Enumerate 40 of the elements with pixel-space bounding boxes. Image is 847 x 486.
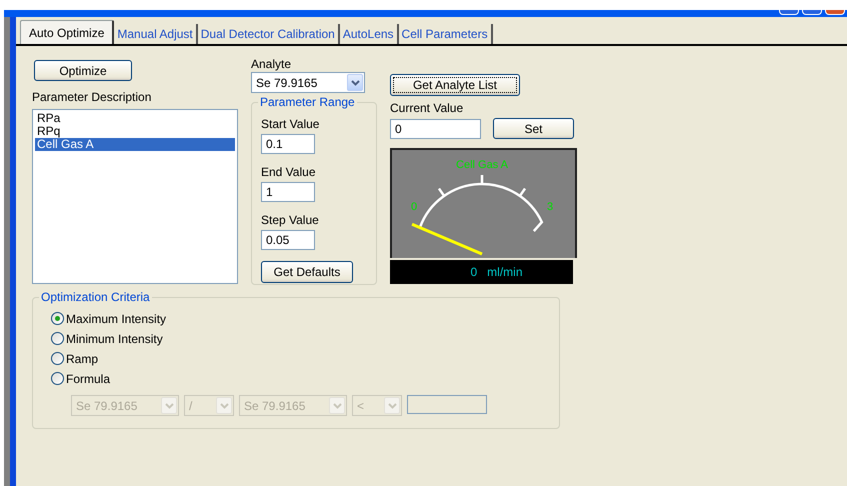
gauge-max-label: 3	[546, 201, 554, 213]
optimize-button[interactable]: Optimize	[34, 60, 132, 81]
list-item[interactable]: RPa	[35, 112, 235, 125]
get-defaults-button[interactable]: Get Defaults	[261, 261, 353, 283]
radio-button[interactable]	[51, 372, 64, 385]
analyte-dropdown[interactable]: Se 79.9165	[251, 72, 365, 93]
radio-button[interactable]	[51, 312, 64, 325]
optimization-criteria-title: Optimization Criteria	[39, 290, 152, 304]
field-label: Start Value	[261, 117, 320, 131]
parameter-description-label: Parameter Description	[32, 90, 152, 104]
radio-button[interactable]	[51, 352, 64, 365]
current-value-label: Current Value	[390, 101, 464, 115]
maximize-button[interactable]	[802, 10, 822, 15]
get-analyte-list-button[interactable]: Get Analyte List	[390, 74, 520, 96]
gauge-min-label: 0	[410, 201, 418, 213]
input-field[interactable]: 0.1	[261, 134, 315, 154]
list-item[interactable]: Cell Gas A	[35, 138, 235, 151]
field-label: Step Value	[261, 213, 320, 227]
radio-label: Maximum Intensity	[66, 312, 166, 326]
tab[interactable]: AutoLens	[340, 24, 399, 44]
radio-label: Ramp	[66, 352, 98, 366]
tab[interactable]: Auto Optimize	[20, 20, 114, 44]
formula-field[interactable]	[407, 395, 487, 414]
input-field[interactable]: 1	[261, 182, 315, 202]
gauge-title: Cell Gas A	[456, 159, 508, 171]
radio-label: Minimum Intensity	[66, 332, 163, 346]
set-button[interactable]: Set	[493, 118, 574, 139]
input-field[interactable]: 0.05	[261, 230, 315, 250]
radio-label: Formula	[66, 372, 110, 386]
field-label: End Value	[261, 165, 316, 179]
minimize-button[interactable]	[779, 10, 799, 15]
analyte-label: Analyte	[251, 57, 292, 71]
radio-button[interactable]	[51, 332, 64, 345]
current-value-field[interactable]: 0	[390, 118, 481, 138]
list-item[interactable]: RPq	[35, 125, 235, 138]
gauge-needle	[411, 222, 483, 256]
gauge-unit: ml/min	[487, 265, 523, 279]
close-button[interactable]	[825, 10, 845, 15]
parameter-range-title: Parameter Range	[258, 95, 357, 109]
gauge-reading: 0	[470, 265, 478, 279]
